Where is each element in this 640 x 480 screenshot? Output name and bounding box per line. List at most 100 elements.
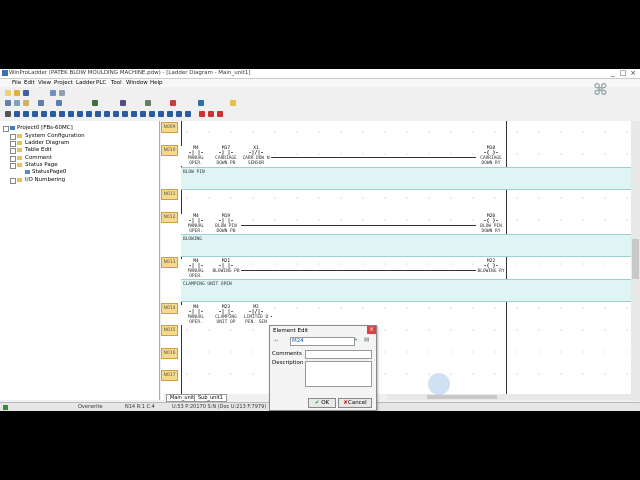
copy-icon[interactable]: [14, 100, 20, 106]
tree-item-table-edit[interactable]: Table Edit: [25, 147, 52, 153]
horizontal-scrollbar[interactable]: [387, 394, 631, 400]
step-icon[interactable]: [149, 111, 155, 117]
tree-item-io-numbering[interactable]: I/O Numbering: [25, 177, 65, 183]
collapse-icon[interactable]: [3, 126, 9, 132]
rung-comment[interactable]: BLOW PIN: [181, 167, 631, 190]
delete-column-icon[interactable]: [217, 111, 223, 117]
expand-icon[interactable]: [10, 156, 16, 162]
new-file-icon[interactable]: [5, 90, 11, 96]
menu-tool[interactable]: Tool: [111, 80, 122, 86]
cut-icon[interactable]: [5, 100, 11, 106]
contact-m21[interactable]: M21 -| |- BLOWING PB: [211, 259, 241, 274]
tree-item-statuspage0[interactable]: StatusPage0: [32, 169, 66, 175]
menu-file[interactable]: File: [12, 80, 21, 86]
select-icon[interactable]: [5, 111, 11, 117]
preview-icon[interactable]: [59, 90, 65, 96]
tree-item-comment[interactable]: Comment: [25, 155, 52, 161]
scrollbar-thumb[interactable]: [427, 395, 497, 399]
rung-number[interactable]: N011: [161, 189, 178, 200]
contact-x1[interactable]: X1 -|/|- CARR.DOW N SENSOR: [241, 146, 271, 166]
undo-icon[interactable]: [38, 100, 44, 106]
jump-icon[interactable]: [158, 111, 164, 117]
tree-item-system-configuration[interactable]: System Configuration: [25, 133, 85, 139]
cancel-button[interactable]: ✘Cancel: [338, 398, 372, 408]
print-icon[interactable]: [50, 90, 56, 96]
delete-row-icon[interactable]: [208, 111, 214, 117]
rising-edge-icon[interactable]: [32, 111, 38, 117]
rung-number[interactable]: N013: [161, 257, 178, 268]
forward-icon[interactable]: »: [354, 337, 358, 343]
contact-m2[interactable]: M2 -|/|- LIMITED D PEN. SEN: [241, 305, 271, 325]
comments-field[interactable]: [305, 350, 372, 359]
maximize-button[interactable]: □: [618, 69, 628, 78]
expand-icon[interactable]: [10, 148, 16, 154]
open-folder-icon[interactable]: [14, 90, 20, 96]
expand-icon[interactable]: [10, 178, 16, 184]
delete-element-icon[interactable]: [199, 111, 205, 117]
menu-window[interactable]: Window: [126, 80, 148, 86]
menu-view[interactable]: View: [38, 80, 51, 86]
menu-edit[interactable]: Edit: [24, 80, 35, 86]
run-icon[interactable]: [92, 100, 98, 106]
save-icon[interactable]: [23, 90, 29, 96]
redo-icon[interactable]: [56, 100, 62, 106]
close-button[interactable]: ×: [628, 69, 638, 78]
tree-item-ladder-diagram[interactable]: Ladder Diagram: [25, 140, 69, 146]
coil-m20[interactable]: M20 -( )- BLOW PIN DOWN RY: [476, 214, 506, 234]
arrows-icon[interactable]: ‹›: [274, 338, 278, 344]
short-line-icon[interactable]: [59, 111, 65, 117]
contact-m4[interactable]: M4 -| |- MANUAL OPER.: [181, 214, 211, 234]
monitor-icon[interactable]: [120, 100, 126, 106]
tree-root[interactable]: Project0 [FBs-60MC]: [17, 125, 73, 131]
rung-number[interactable]: N017: [161, 370, 178, 381]
description-field[interactable]: [305, 361, 372, 387]
inverse-coil-icon[interactable]: [95, 111, 101, 117]
contact-m19[interactable]: M19 -| |- BLOW PIN DOWN PB: [211, 214, 241, 234]
menu-help[interactable]: Help: [150, 80, 163, 86]
contact-m23[interactable]: M23 -| |- CLAMPING UNIT OP: [211, 305, 241, 325]
paste-icon[interactable]: [23, 100, 29, 106]
minimize-button[interactable]: _: [608, 69, 618, 78]
rung-number[interactable]: N009: [161, 122, 178, 133]
menu-ladder[interactable]: Ladder: [76, 80, 95, 86]
menu-project[interactable]: Project: [54, 80, 73, 86]
not-icon[interactable]: [77, 111, 83, 117]
coil-m18[interactable]: M18 -( )- CARRIAGE DOWN RY: [476, 146, 506, 166]
contact-m4[interactable]: M4 -| |- MANUAL OPER.: [181, 146, 211, 166]
counter-icon[interactable]: [131, 111, 137, 117]
rung-number[interactable]: N010: [161, 145, 178, 156]
contact-nc-icon[interactable]: [23, 111, 29, 117]
browse-icon[interactable]: ▤: [364, 337, 369, 343]
vertical-scrollbar[interactable]: [631, 121, 640, 401]
contact-m17[interactable]: M17 -| |- CARRIAGE DOWN PB: [211, 146, 241, 166]
falling-edge-icon[interactable]: [41, 111, 47, 117]
compile-icon[interactable]: [145, 100, 151, 106]
comment-icon[interactable]: [176, 111, 182, 117]
tree-item-status-page[interactable]: Status Page: [25, 162, 58, 168]
reset-coil-icon[interactable]: [113, 111, 119, 117]
rung-comment[interactable]: BLOWING: [181, 234, 631, 257]
rung-comment[interactable]: CLAMPING UNIT OPEN: [181, 279, 631, 302]
function-icon[interactable]: [140, 111, 146, 117]
expand-icon[interactable]: [10, 134, 16, 140]
rung-number[interactable]: N016: [161, 348, 178, 359]
menu-plc[interactable]: PLC: [96, 80, 106, 86]
rung-number[interactable]: N014: [161, 303, 178, 314]
coil-icon[interactable]: [86, 111, 92, 117]
rung-number[interactable]: N012: [161, 212, 178, 223]
tab-sub-unit1[interactable]: Sub_unit1: [194, 394, 227, 402]
stop-icon[interactable]: [170, 100, 176, 106]
contact-no-icon[interactable]: [14, 111, 20, 117]
contact-m4[interactable]: M4 -| |- MANUAL OPER.: [181, 305, 211, 325]
coil-m22[interactable]: M22 -( )- BLOWING RY: [476, 259, 506, 274]
collapse-icon[interactable]: [10, 163, 16, 169]
online-icon[interactable]: [198, 100, 204, 106]
dialog-close-button[interactable]: ×: [367, 326, 376, 334]
contact-m4[interactable]: M4 -| |- MANUAL OPER.: [181, 259, 211, 279]
expand-icon[interactable]: [10, 141, 16, 147]
vertical-line-icon[interactable]: [68, 111, 74, 117]
scrollbar-thumb[interactable]: [632, 239, 639, 279]
network-comment-icon[interactable]: [185, 111, 191, 117]
label-icon[interactable]: [167, 111, 173, 117]
open-line-icon[interactable]: [50, 111, 56, 117]
